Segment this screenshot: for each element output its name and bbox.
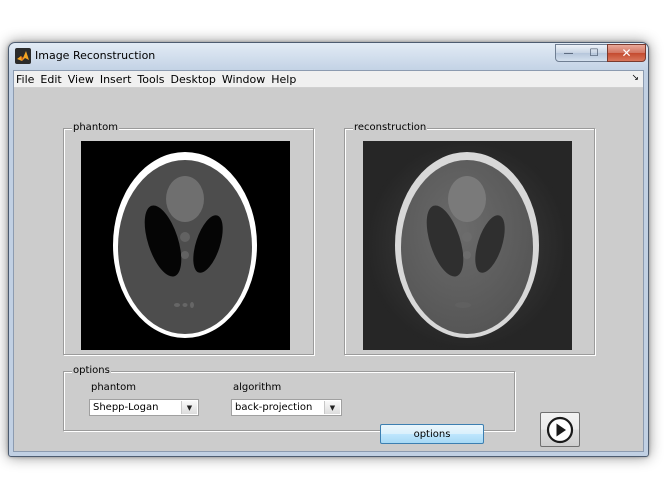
run-button[interactable] [540, 412, 580, 447]
menu-file[interactable]: File [14, 73, 37, 86]
chevron-down-icon[interactable]: ▼ [181, 401, 197, 414]
menu-bar: File Edit View Insert Tools Desktop Wind… [14, 71, 643, 88]
figure-window: Image Reconstruction — ☐ ✕ File Edit Vie… [8, 42, 649, 457]
menu-insert[interactable]: Insert [97, 73, 135, 86]
maximize-button[interactable]: ☐ [581, 44, 608, 62]
menu-tools[interactable]: Tools [134, 73, 167, 86]
maximize-icon: ☐ [589, 47, 599, 59]
matlab-logo-icon [15, 48, 31, 64]
phantom-label: phantom [91, 382, 136, 393]
algorithm-select-value: back-projection [235, 402, 313, 413]
window-title: Image Reconstruction [35, 49, 156, 62]
options-button[interactable]: options [380, 424, 484, 444]
reconstruction-image [363, 139, 572, 351]
play-icon [546, 416, 574, 443]
options-button-label: options [413, 428, 451, 440]
close-icon: ✕ [621, 46, 632, 60]
menu-desktop[interactable]: Desktop [168, 73, 219, 86]
reconstruction-axes[interactable] [363, 139, 572, 351]
phantom-select-value: Shepp-Logan [93, 402, 159, 413]
options-panel-title: options [72, 365, 111, 377]
menu-view[interactable]: View [65, 73, 97, 86]
algorithm-select[interactable]: back-projection ▼ [231, 399, 342, 416]
reconstruction-panel-title: reconstruction [353, 122, 428, 134]
menu-help[interactable]: Help [268, 73, 299, 86]
menubar-dock-arrow-icon[interactable]: ↘ [631, 73, 639, 83]
algorithm-label: algorithm [233, 382, 282, 393]
phantom-image [81, 141, 290, 350]
chevron-down-icon[interactable]: ▼ [324, 401, 340, 414]
menu-window[interactable]: Window [219, 73, 268, 86]
figure-client-area: File Edit View Insert Tools Desktop Wind… [13, 70, 644, 452]
menu-edit[interactable]: Edit [37, 73, 64, 86]
minimize-icon: — [563, 47, 574, 59]
phantom-axes[interactable] [81, 141, 290, 350]
phantom-select[interactable]: Shepp-Logan ▼ [89, 399, 199, 416]
phantom-panel-title: phantom [72, 122, 119, 134]
minimize-button[interactable]: — [555, 44, 582, 62]
title-bar[interactable]: Image Reconstruction — ☐ ✕ [9, 43, 648, 69]
close-button[interactable]: ✕ [607, 44, 646, 62]
